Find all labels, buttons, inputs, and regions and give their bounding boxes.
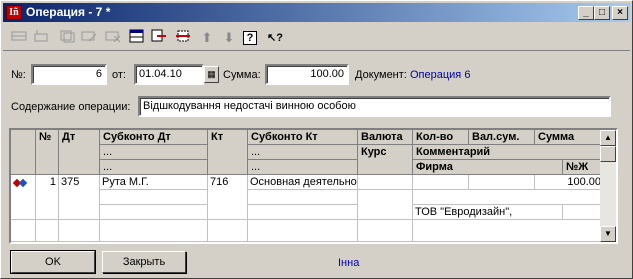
title-bar[interactable]: Iñ Операция - 7 * _ □ × xyxy=(3,3,630,22)
header-subkonto-kt-3: ... xyxy=(248,160,358,175)
row-journal-no-cell[interactable] xyxy=(563,205,604,220)
date-label: от: xyxy=(112,69,126,81)
header-subkonto-dt-2: ... xyxy=(100,145,208,160)
table-icon[interactable] xyxy=(127,29,147,47)
row-dt-cell[interactable]: 375 xyxy=(59,175,100,220)
move-icon[interactable] xyxy=(173,29,193,47)
header-cur-sum[interactable]: Вал.сум. xyxy=(469,130,535,145)
row-icon-cell xyxy=(11,175,36,220)
row-comment-cell[interactable] xyxy=(413,190,604,205)
scroll-thumb[interactable] xyxy=(600,146,616,162)
row-firm-cell[interactable]: ТОВ "Евродизайн", xyxy=(413,205,563,220)
header-subkonto-kt[interactable]: Субконто Кт xyxy=(248,130,358,145)
empty-row-cell xyxy=(36,220,59,242)
app-icon: Iñ xyxy=(6,5,22,20)
header-firm[interactable]: Фирма xyxy=(413,160,563,175)
empty-row-cell xyxy=(358,220,413,242)
new-row-icon[interactable] xyxy=(9,29,29,47)
current-user: Інна xyxy=(338,257,360,269)
header-comment[interactable]: Комментарий xyxy=(413,145,604,160)
help-icon[interactable]: ? xyxy=(243,31,257,45)
header-kt[interactable]: Кт xyxy=(208,130,248,175)
maximize-button[interactable]: □ xyxy=(594,6,610,20)
document-link[interactable]: Операция 6 xyxy=(410,68,470,82)
row-kt-cell[interactable]: 716 xyxy=(208,175,248,220)
calendar-icon[interactable]: ▦ xyxy=(204,66,219,83)
header-qty[interactable]: Кол-во xyxy=(413,130,469,145)
row-subkonto-dt-cell-2[interactable] xyxy=(100,190,208,205)
ok-button[interactable]: OK xyxy=(10,250,96,274)
empty-row-cell xyxy=(11,220,36,242)
number-label: №: xyxy=(11,69,26,81)
header-rate[interactable]: Курс xyxy=(358,145,413,175)
date-field[interactable]: 01.04.10 xyxy=(134,64,204,85)
document-label: Документ: xyxy=(355,69,407,81)
header-currency[interactable]: Валюта xyxy=(358,130,413,145)
window-title: Операция - 7 * xyxy=(26,5,111,19)
close-window-button[interactable]: × xyxy=(612,6,628,20)
header-icon-col xyxy=(11,130,36,175)
down-arrow-icon[interactable]: ⬇ xyxy=(219,29,239,47)
operation-window: Iñ Операция - 7 * _ □ × ⬆ ⬇ ? ↖? №: 6 от… xyxy=(0,0,633,279)
delete-row-icon[interactable] xyxy=(103,29,123,47)
sum-field[interactable]: 100.00 xyxy=(265,64,349,85)
content-field[interactable]: Відшкодування недостачі винною особою xyxy=(138,96,611,117)
sum-label: Сумма: xyxy=(223,69,261,81)
up-arrow-icon[interactable]: ⬆ xyxy=(197,29,217,47)
row-rate-cell[interactable] xyxy=(358,190,413,220)
row-subkonto-kt-cell-2[interactable] xyxy=(248,190,358,205)
empty-row-cell xyxy=(208,220,248,242)
empty-row-cell xyxy=(248,220,358,242)
scroll-up-icon[interactable]: ▲ xyxy=(600,130,616,146)
close-button[interactable]: Закрыть xyxy=(102,251,186,273)
copy-row-icon[interactable] xyxy=(57,29,77,47)
toolbar: ⬆ ⬇ ? ↖? xyxy=(3,25,630,51)
header-subkonto-dt[interactable]: Субконто Дт xyxy=(100,130,208,145)
empty-row-cell xyxy=(100,220,208,242)
row-qty-cell[interactable] xyxy=(413,175,469,190)
posting-icon xyxy=(12,178,28,188)
edit-row-icon[interactable] xyxy=(79,29,99,47)
header-subkonto-dt-3: ... xyxy=(100,160,208,175)
empty-row-cell xyxy=(413,220,604,242)
header-num[interactable]: № xyxy=(36,130,59,175)
row-currency-cell[interactable] xyxy=(358,175,413,190)
row-num-cell[interactable]: 1 xyxy=(36,175,59,220)
context-help-icon[interactable]: ↖? xyxy=(265,29,285,47)
header-journal-no[interactable]: №Ж xyxy=(563,160,604,175)
number-field[interactable]: 6 xyxy=(31,64,107,85)
row-subkonto-kt-cell[interactable]: Основная деятельность xyxy=(248,175,358,190)
row-cur-sum-cell[interactable] xyxy=(469,175,535,190)
row-subkonto-dt-cell[interactable]: Рута М.Г. xyxy=(100,175,208,190)
header-subkonto-kt-2: ... xyxy=(248,145,358,160)
minimize-button[interactable]: _ xyxy=(578,6,594,20)
content-label: Содержание операции: xyxy=(11,101,131,113)
scroll-down-icon[interactable]: ▼ xyxy=(600,226,616,242)
header-dt[interactable]: Дт xyxy=(59,130,100,175)
insert-row-icon[interactable] xyxy=(31,29,51,47)
row-subkonto-kt-cell-3[interactable] xyxy=(248,205,358,220)
link-icon[interactable] xyxy=(149,29,169,47)
table-vertical-scrollbar[interactable]: ▲ ▼ xyxy=(600,130,616,242)
row-subkonto-dt-cell-3[interactable] xyxy=(100,205,208,220)
postings-table[interactable]: № Дт Субконто Дт ... ... Кт Субконто Кт … xyxy=(9,128,618,244)
row-sum-cell[interactable]: 100.00 xyxy=(535,175,604,190)
header-sum[interactable]: Сумма xyxy=(535,130,604,145)
empty-row-cell xyxy=(59,220,100,242)
